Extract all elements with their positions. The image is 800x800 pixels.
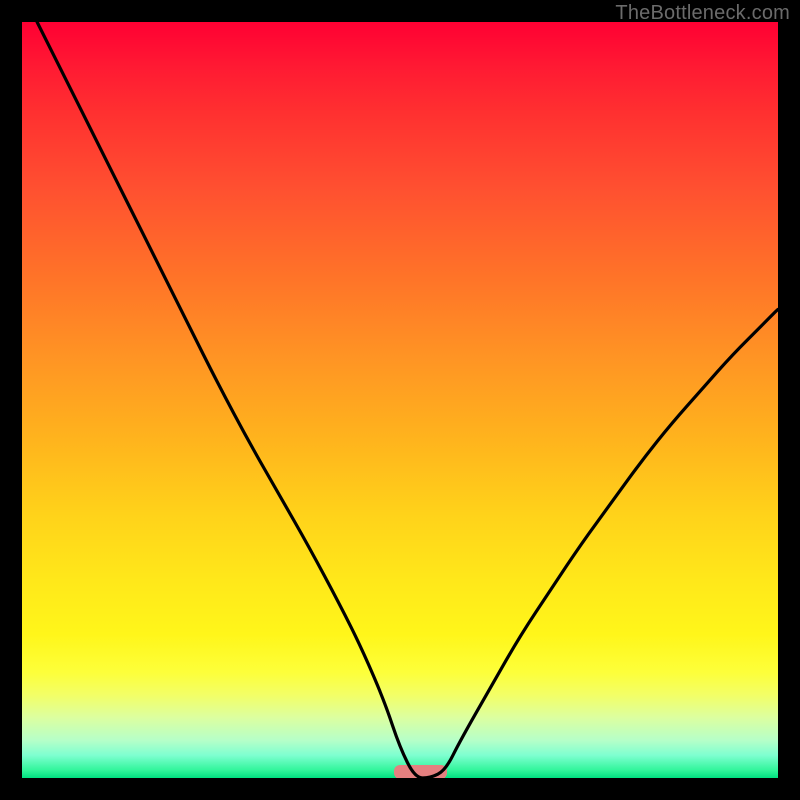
plot-area	[22, 22, 778, 778]
attribution-label: TheBottleneck.com	[615, 2, 790, 25]
chart-frame: TheBottleneck.com	[0, 0, 800, 800]
bottleneck-curve	[22, 22, 778, 778]
